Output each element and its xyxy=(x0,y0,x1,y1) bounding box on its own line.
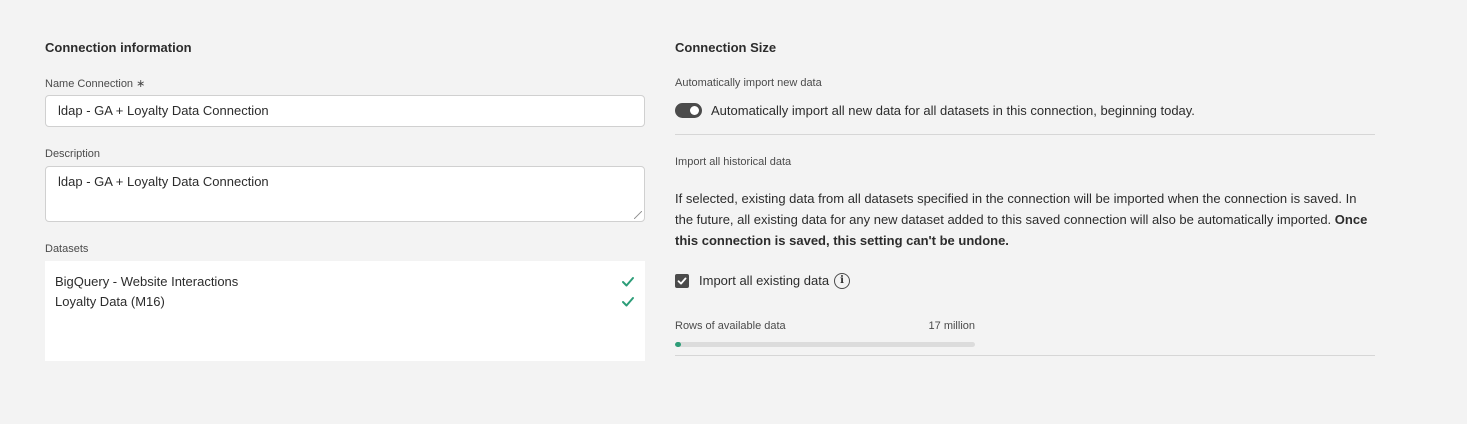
info-icon[interactable]: i xyxy=(834,273,850,289)
dataset-item: Loyalty Data (M16) xyxy=(55,292,635,312)
resize-grip-icon[interactable] xyxy=(634,211,642,219)
rows-progress-fill xyxy=(675,342,681,347)
name-connection-label: Name Connection ∗ xyxy=(45,78,146,90)
datasets-list: BigQuery - Website Interactions Loyalty … xyxy=(45,261,645,361)
name-connection-value: ldap - GA + Loyalty Data Connection xyxy=(58,103,269,118)
description-label: Description xyxy=(45,148,101,160)
divider xyxy=(675,355,1375,356)
connection-information-title: Connection information xyxy=(45,40,192,55)
description-value: ldap - GA + Loyalty Data Connection xyxy=(58,174,269,189)
checkmark-icon xyxy=(621,292,635,312)
historical-description-text: If selected, existing data from all data… xyxy=(675,191,1357,227)
historical-data-description: If selected, existing data from all data… xyxy=(675,188,1375,251)
checkmark-icon xyxy=(621,272,635,292)
dataset-item: BigQuery - Website Interactions xyxy=(55,272,635,292)
dataset-name: Loyalty Data (M16) xyxy=(55,294,165,309)
import-existing-label: Import all existing data xyxy=(699,273,830,288)
rows-available-value: 17 million xyxy=(928,320,975,332)
divider xyxy=(675,134,1375,135)
rows-available-label: Rows of available data xyxy=(675,320,786,332)
auto-import-label: Automatically import new data xyxy=(675,77,822,89)
import-existing-checkbox[interactable] xyxy=(675,274,689,288)
dataset-name: BigQuery - Website Interactions xyxy=(55,274,239,289)
historical-data-label: Import all historical data xyxy=(675,156,792,168)
connection-size-title: Connection Size xyxy=(675,40,777,55)
toggle-knob xyxy=(690,106,699,115)
auto-import-toggle-text: Automatically import all new data for al… xyxy=(711,103,1195,118)
rows-progress-bar xyxy=(675,342,975,347)
datasets-label: Datasets xyxy=(45,243,89,255)
auto-import-toggle[interactable] xyxy=(675,103,702,118)
name-connection-input[interactable]: ldap - GA + Loyalty Data Connection xyxy=(45,95,645,127)
description-textarea[interactable]: ldap - GA + Loyalty Data Connection xyxy=(45,166,645,222)
